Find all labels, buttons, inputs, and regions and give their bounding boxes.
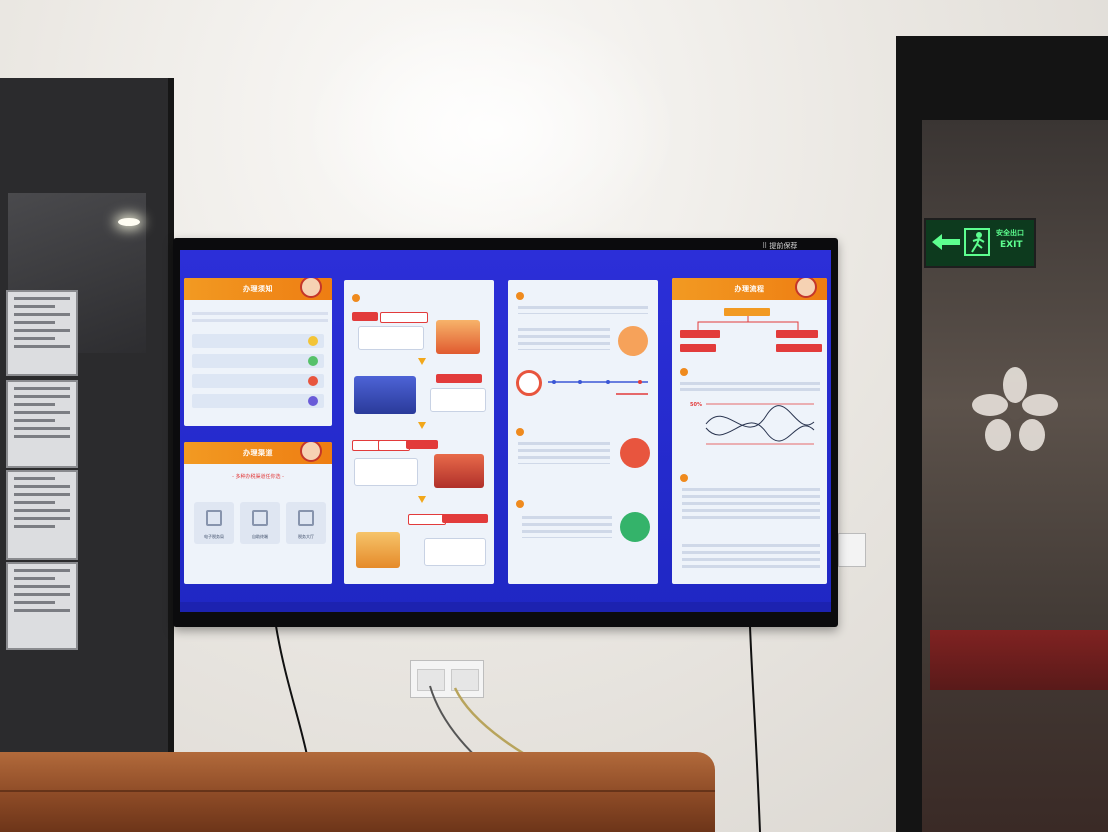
channel-tile-3: 税务大厅 bbox=[286, 502, 326, 544]
channel-tile-3-label: 税务大厅 bbox=[298, 534, 314, 539]
wall-poster-2 bbox=[6, 380, 78, 468]
flow-arrow-1 bbox=[418, 358, 426, 365]
door-flower-logo bbox=[972, 367, 1058, 451]
card-process: 办理流程 50% bbox=[672, 278, 827, 584]
reminder-header-2 bbox=[516, 428, 528, 436]
reminder-1-schedule bbox=[518, 328, 610, 350]
org-child-3 bbox=[680, 344, 716, 352]
channel-tile-1: 电子税务局 bbox=[194, 502, 234, 544]
step-4-tag-a bbox=[408, 514, 446, 525]
wall-light-glow bbox=[300, 0, 680, 260]
channel-tile-1-label: 电子税务局 bbox=[204, 534, 224, 539]
coins-illustration bbox=[436, 320, 480, 354]
exit-arrow-icon bbox=[932, 234, 960, 250]
person-illustration bbox=[620, 438, 650, 468]
process-2-text bbox=[682, 488, 820, 522]
process-header-1 bbox=[680, 368, 692, 376]
curve-diagram bbox=[705, 403, 815, 445]
step-4-bubble bbox=[424, 538, 486, 566]
form-icon bbox=[298, 510, 314, 526]
card-process-banner: 办理流程 bbox=[672, 278, 827, 300]
notice-row-1 bbox=[192, 334, 324, 348]
reminder-header-3 bbox=[516, 500, 528, 508]
notice-intro-text bbox=[192, 312, 328, 326]
coin-stack-illustration bbox=[356, 532, 400, 568]
step-3-tag-c bbox=[406, 440, 438, 449]
wall-poster-3 bbox=[6, 470, 78, 560]
channel-tile-2: 自助终端 bbox=[240, 502, 280, 544]
process-header-2 bbox=[680, 474, 692, 482]
notice-row-2 bbox=[192, 354, 324, 368]
steps-header bbox=[352, 294, 364, 302]
org-connectors bbox=[697, 316, 799, 330]
corridor-red-wall bbox=[930, 630, 1108, 690]
exit-sign-en: EXIT bbox=[1000, 240, 1023, 250]
power-outlet bbox=[410, 660, 484, 698]
leather-sofa bbox=[0, 752, 715, 832]
card-reminders bbox=[508, 280, 658, 584]
reminder-2-text bbox=[518, 442, 610, 464]
step-2-tag bbox=[436, 374, 482, 383]
channels-subtitle: - 多种办税渠道任你选 - bbox=[232, 474, 284, 480]
org-root bbox=[724, 308, 770, 316]
screen-footer-bar bbox=[180, 602, 831, 612]
step-3-bubble bbox=[354, 458, 418, 486]
flow-arrow-2 bbox=[418, 422, 426, 429]
exit-sign-cn: 安全出口 bbox=[996, 229, 1024, 237]
flow-arrow-3 bbox=[418, 496, 426, 503]
reminder-1-text bbox=[518, 306, 648, 314]
document-icon bbox=[252, 510, 268, 526]
card-channels: 办理渠道 - 多种办税渠道任你选 - 电子税务局 自助终端 税务大厅 bbox=[184, 442, 332, 584]
wall-poster-1 bbox=[6, 290, 78, 376]
step-4-tag-b bbox=[442, 514, 488, 523]
mascot-icon bbox=[300, 278, 322, 298]
clock-icon bbox=[516, 370, 542, 396]
exit-sign: 安全出口 EXIT bbox=[924, 218, 1036, 268]
card-notice-banner: 办理须知 bbox=[184, 278, 332, 300]
timeline bbox=[548, 380, 648, 395]
wall-switch bbox=[838, 533, 866, 567]
gavel-icon bbox=[206, 510, 222, 526]
ceiling-lamp-left bbox=[118, 218, 140, 226]
running-man-icon bbox=[964, 228, 990, 256]
tv-screen: 办理须知 办理渠道 - 多种办税渠道任你选 - 电子税务局 自助终端 税务大厅 bbox=[180, 250, 831, 612]
org-child-2 bbox=[776, 330, 818, 338]
process-3-text bbox=[682, 544, 820, 572]
sofa-seam bbox=[0, 790, 715, 792]
wall-poster-4 bbox=[6, 562, 78, 650]
mascot-icon bbox=[300, 442, 322, 462]
notice-row-4 bbox=[192, 394, 324, 408]
channel-tile-2-label: 自助终端 bbox=[252, 534, 268, 539]
sofa-illustration bbox=[354, 376, 416, 414]
step-1-tag bbox=[352, 312, 378, 321]
card-channels-banner: 办理渠道 bbox=[184, 442, 332, 464]
step-1-bubble bbox=[358, 326, 424, 350]
reminder-3-text bbox=[522, 516, 612, 538]
process-1-text bbox=[680, 382, 820, 392]
card-notice: 办理须知 bbox=[184, 278, 332, 426]
meeting-illustration bbox=[434, 454, 484, 488]
chat-illustration bbox=[620, 512, 650, 542]
calendar-illustration bbox=[618, 326, 648, 356]
org-child-1 bbox=[680, 330, 720, 338]
card-steps bbox=[344, 280, 494, 584]
step-2-bubble bbox=[430, 388, 486, 412]
notice-row-3 bbox=[192, 374, 324, 388]
org-child-4 bbox=[776, 344, 822, 352]
mascot-icon bbox=[795, 278, 817, 298]
step-1-tag-outline bbox=[380, 312, 428, 323]
reminder-header-1 bbox=[516, 292, 528, 300]
